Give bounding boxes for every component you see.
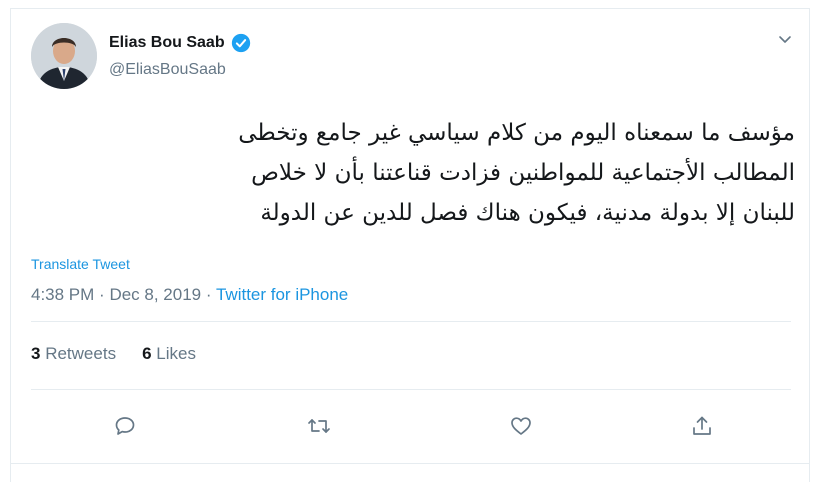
divider [31,389,791,390]
tweet-stats: 3 Retweets 6 Likes [31,344,196,364]
avatar-photo [31,23,97,89]
divider [31,321,791,322]
reply-icon [115,417,135,435]
heart-icon [511,417,531,435]
retweets-stat[interactable]: 3 Retweets [31,344,116,364]
likes-count: 6 [142,344,152,363]
like-button[interactable] [506,411,536,441]
share-icon [693,416,711,435]
tweet-source-link[interactable]: Twitter for iPhone [216,285,348,304]
meta-separator: · [205,285,212,304]
chevron-down-icon[interactable] [777,31,793,52]
tweet-card: Elias Bou Saab @EliasBouSaab مؤسف ما سمع… [10,8,810,482]
tweet-text-line: مؤسف ما سمعناه اليوم من كلام سياسي غير ج… [238,120,795,146]
author-handle[interactable]: @EliasBouSaab [109,61,226,79]
author-name[interactable]: Elias Bou Saab [109,34,225,52]
tweet-text: مؤسف ما سمعناه اليوم من كلام سياسي غير ج… [31,113,795,233]
share-button[interactable] [687,411,717,441]
tweet-text-line: للبنان إلا بدولة مدنية، فيكون هناك فصل ل… [260,200,795,226]
avatar[interactable] [31,23,97,89]
retweet-button[interactable] [304,411,334,441]
meta-separator: · [99,285,105,304]
tweet-date[interactable]: Dec 8, 2019 [109,285,201,304]
retweets-label: Retweets [45,344,117,363]
reply-button[interactable] [110,411,140,441]
retweet-icon [308,419,330,433]
retweets-count: 3 [31,344,41,363]
tweet-text-line: المطالب الأجتماعية للمواطنين فزادت قناعت… [251,160,795,186]
likes-label: Likes [156,344,196,363]
likes-stat[interactable]: 6 Likes [142,344,196,364]
author-name-row: Elias Bou Saab [109,33,251,53]
card-bottom-border [11,463,809,464]
tweet-meta: 4:38 PM · Dec 8, 2019 · Twitter for iPho… [31,285,348,305]
translate-tweet-link[interactable]: Translate Tweet [31,256,130,272]
verified-badge-icon [231,33,250,53]
tweet-actions [11,411,809,441]
tweet-time[interactable]: 4:38 PM [31,285,94,304]
